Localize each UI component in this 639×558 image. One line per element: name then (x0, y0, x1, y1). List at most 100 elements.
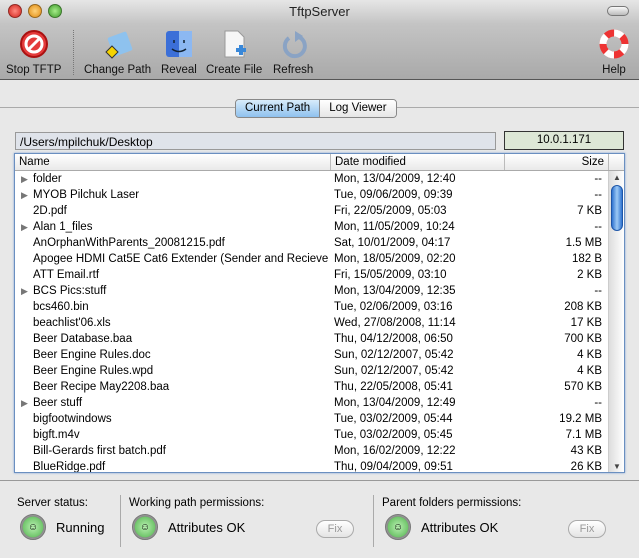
file-date: Mon, 16/02/2009, 12:22 (334, 445, 456, 457)
table-row[interactable]: 2D.pdf Fri, 22/05/2009, 05:03 7 KB (15, 203, 624, 219)
file-date: Tue, 03/02/2009, 05:44 (334, 413, 453, 425)
working-path-status: ☺ Attributes OK (132, 514, 245, 540)
table-body: ▶ folder Mon, 13/04/2009, 12:40 -- ▶ MYOB Pil… (15, 171, 624, 473)
fix-working-button[interactable]: Fix (316, 520, 354, 538)
table-row[interactable]: bcs460.bin Tue, 02/06/2009, 03:16 208 KB (15, 299, 624, 315)
file-size: 17 KB (570, 317, 602, 329)
table-row[interactable]: AnOrphanWithParents_20081215.pdf Sat, 10/… (15, 235, 624, 251)
disclosure-triangle-icon[interactable]: ▶ (21, 283, 33, 299)
path-field[interactable]: /Users/mpilchuk/Desktop (15, 132, 496, 150)
file-table: Name Date modified Size ▶ folder Mon, 13/0… (14, 153, 625, 473)
scroll-up-arrow-icon[interactable]: ▲ (609, 173, 624, 182)
column-name[interactable]: Name (15, 154, 331, 170)
status-bar: Server status: ☺ Running Working path per… (0, 480, 639, 558)
disclosure-triangle-icon[interactable]: ▶ (21, 395, 33, 411)
table-row[interactable]: Apogee HDMI Cat5E Cat6 Extender (Sender … (15, 251, 624, 267)
tab-log-viewer[interactable]: Log Viewer (320, 100, 396, 117)
disclosure-triangle-icon[interactable]: ▶ (21, 219, 33, 235)
create-file-button[interactable]: Create File (206, 28, 262, 76)
working-path-value: Attributes OK (168, 519, 246, 535)
table-row[interactable]: Beer Engine Rules.doc Sun, 02/12/2007, 05… (15, 347, 624, 363)
fix-parent-button[interactable]: Fix (568, 520, 606, 538)
file-name: ▶ Beer stuff (21, 395, 83, 411)
file-date: Mon, 13/04/2009, 12:40 (334, 173, 456, 185)
table-row[interactable]: ATT Email.rtf Fri, 15/05/2009, 03:10 2 KB (15, 267, 624, 283)
file-size: 26 KB (570, 461, 602, 473)
file-size: 700 KB (564, 333, 602, 345)
table-row[interactable]: Bill-Gerards first batch.pdf Mon, 16/02/2… (15, 443, 624, 459)
disclosure-triangle-icon[interactable]: ▶ (21, 187, 33, 203)
file-name: Apogee HDMI Cat5E Cat6 Extender (Sender … (33, 253, 329, 265)
working-path-label: Working path permissions: (129, 497, 265, 509)
file-name: ▶ BCS Pics:stuff (21, 283, 107, 299)
table-row[interactable]: bigfootwindows Tue, 03/02/2009, 05:44 19.2… (15, 411, 624, 427)
file-date: Sun, 02/12/2007, 05:42 (334, 365, 454, 377)
file-date: Mon, 11/05/2009, 10:24 (334, 221, 455, 233)
file-date: Thu, 22/05/2008, 05:41 (334, 381, 453, 393)
file-size: -- (594, 189, 602, 201)
parent-folders-status: ☺ Attributes OK (385, 514, 498, 540)
folder-path-icon (102, 28, 134, 60)
reveal-button[interactable]: Reveal (161, 28, 197, 76)
stop-tftp-button[interactable]: Stop TFTP (6, 28, 61, 76)
file-name: bigfootwindows (33, 413, 112, 425)
file-size: 4 KB (577, 349, 602, 361)
file-name: ATT Email.rtf (33, 269, 100, 281)
scroll-thumb[interactable] (611, 185, 623, 231)
file-name: BlueRidge.pdf (33, 461, 106, 473)
file-size: 43 KB (570, 445, 602, 457)
create-file-label: Create File (206, 64, 263, 76)
file-name: Beer Engine Rules.doc (33, 349, 151, 361)
file-date: Tue, 03/02/2009, 05:45 (334, 429, 453, 441)
table-row[interactable]: ▶ MYOB Pilchuk Laser Tue, 09/06/2009, 09:3… (15, 187, 624, 203)
column-size[interactable]: Size (505, 154, 609, 170)
help-label: Help (602, 64, 626, 76)
title-toolbar: TftpServer Stop TFTP Change Path Reveal … (0, 0, 639, 80)
server-status: ☺ Running (20, 514, 104, 540)
file-name: Beer Recipe May2208.baa (33, 381, 170, 393)
parent-folders-label: Parent folders permissions: (382, 497, 522, 509)
table-row[interactable]: ▶ Alan 1_files Mon, 11/05/2009, 10:24 -- (15, 219, 624, 235)
window-title: TftpServer (289, 4, 350, 19)
disclosure-triangle-icon[interactable]: ▶ (21, 171, 33, 187)
scroll-down-arrow-icon[interactable]: ▼ (609, 462, 624, 471)
file-size: 570 KB (564, 381, 602, 393)
ip-address: 10.0.1.171 (504, 131, 624, 150)
file-size: 1.5 MB (565, 237, 602, 249)
table-row[interactable]: Beer Database.baa Thu, 04/12/2008, 06:50 7… (15, 331, 624, 347)
file-name: bigft.m4v (33, 429, 80, 441)
table-row[interactable]: Beer Engine Rules.wpd Sun, 02/12/2007, 05… (15, 363, 624, 379)
reveal-label: Reveal (161, 64, 197, 76)
refresh-button[interactable]: Refresh (273, 28, 313, 76)
file-date: Thu, 04/12/2008, 06:50 (334, 333, 453, 345)
refresh-label: Refresh (273, 64, 314, 76)
file-size: 208 KB (564, 301, 602, 313)
toolbar-toggle-button[interactable] (607, 6, 629, 16)
file-size: 182 B (571, 253, 602, 265)
file-date: Tue, 09/06/2009, 09:39 (334, 189, 453, 201)
tab-current-path[interactable]: Current Path (236, 100, 321, 117)
file-size: 2 KB (577, 269, 602, 281)
table-row[interactable]: bigft.m4v Tue, 03/02/2009, 05:45 7.1 MB (15, 427, 624, 443)
file-name: ▶ folder (21, 171, 62, 187)
status-ok-icon: ☺ (20, 514, 46, 540)
divider (373, 495, 374, 547)
toolbar-separator (73, 30, 74, 75)
tab-bar: Current Path Log Viewer (235, 99, 397, 118)
table-row[interactable]: ▶ folder Mon, 13/04/2009, 12:40 -- (15, 171, 624, 187)
file-name: Bill-Gerards first batch.pdf (33, 445, 166, 457)
table-row[interactable]: ▶ Beer stuff Mon, 13/04/2009, 12:49 -- (15, 395, 624, 411)
table-row[interactable]: Beer Recipe May2208.baa Thu, 22/05/2008, … (15, 379, 624, 395)
table-row[interactable]: BlueRidge.pdf Thu, 09/04/2009, 09:51 26 KB (15, 459, 624, 473)
file-date: Sat, 10/01/2009, 04:17 (334, 237, 451, 249)
lifebuoy-icon (598, 28, 630, 60)
help-button[interactable]: Help (598, 28, 630, 76)
column-date[interactable]: Date modified (331, 154, 505, 170)
file-date: Sun, 02/12/2007, 05:42 (334, 349, 454, 361)
file-date: Mon, 13/04/2009, 12:35 (334, 285, 456, 297)
table-row[interactable]: ▶ BCS Pics:stuff Mon, 13/04/2009, 12:35 -- (15, 283, 624, 299)
table-row[interactable]: beachlist'06.xls Wed, 27/08/2008, 11:14 17… (15, 315, 624, 331)
file-name: 2D.pdf (33, 205, 67, 217)
change-path-button[interactable]: Change Path (84, 28, 151, 76)
scrollbar[interactable]: ▲ ▼ (608, 171, 624, 472)
